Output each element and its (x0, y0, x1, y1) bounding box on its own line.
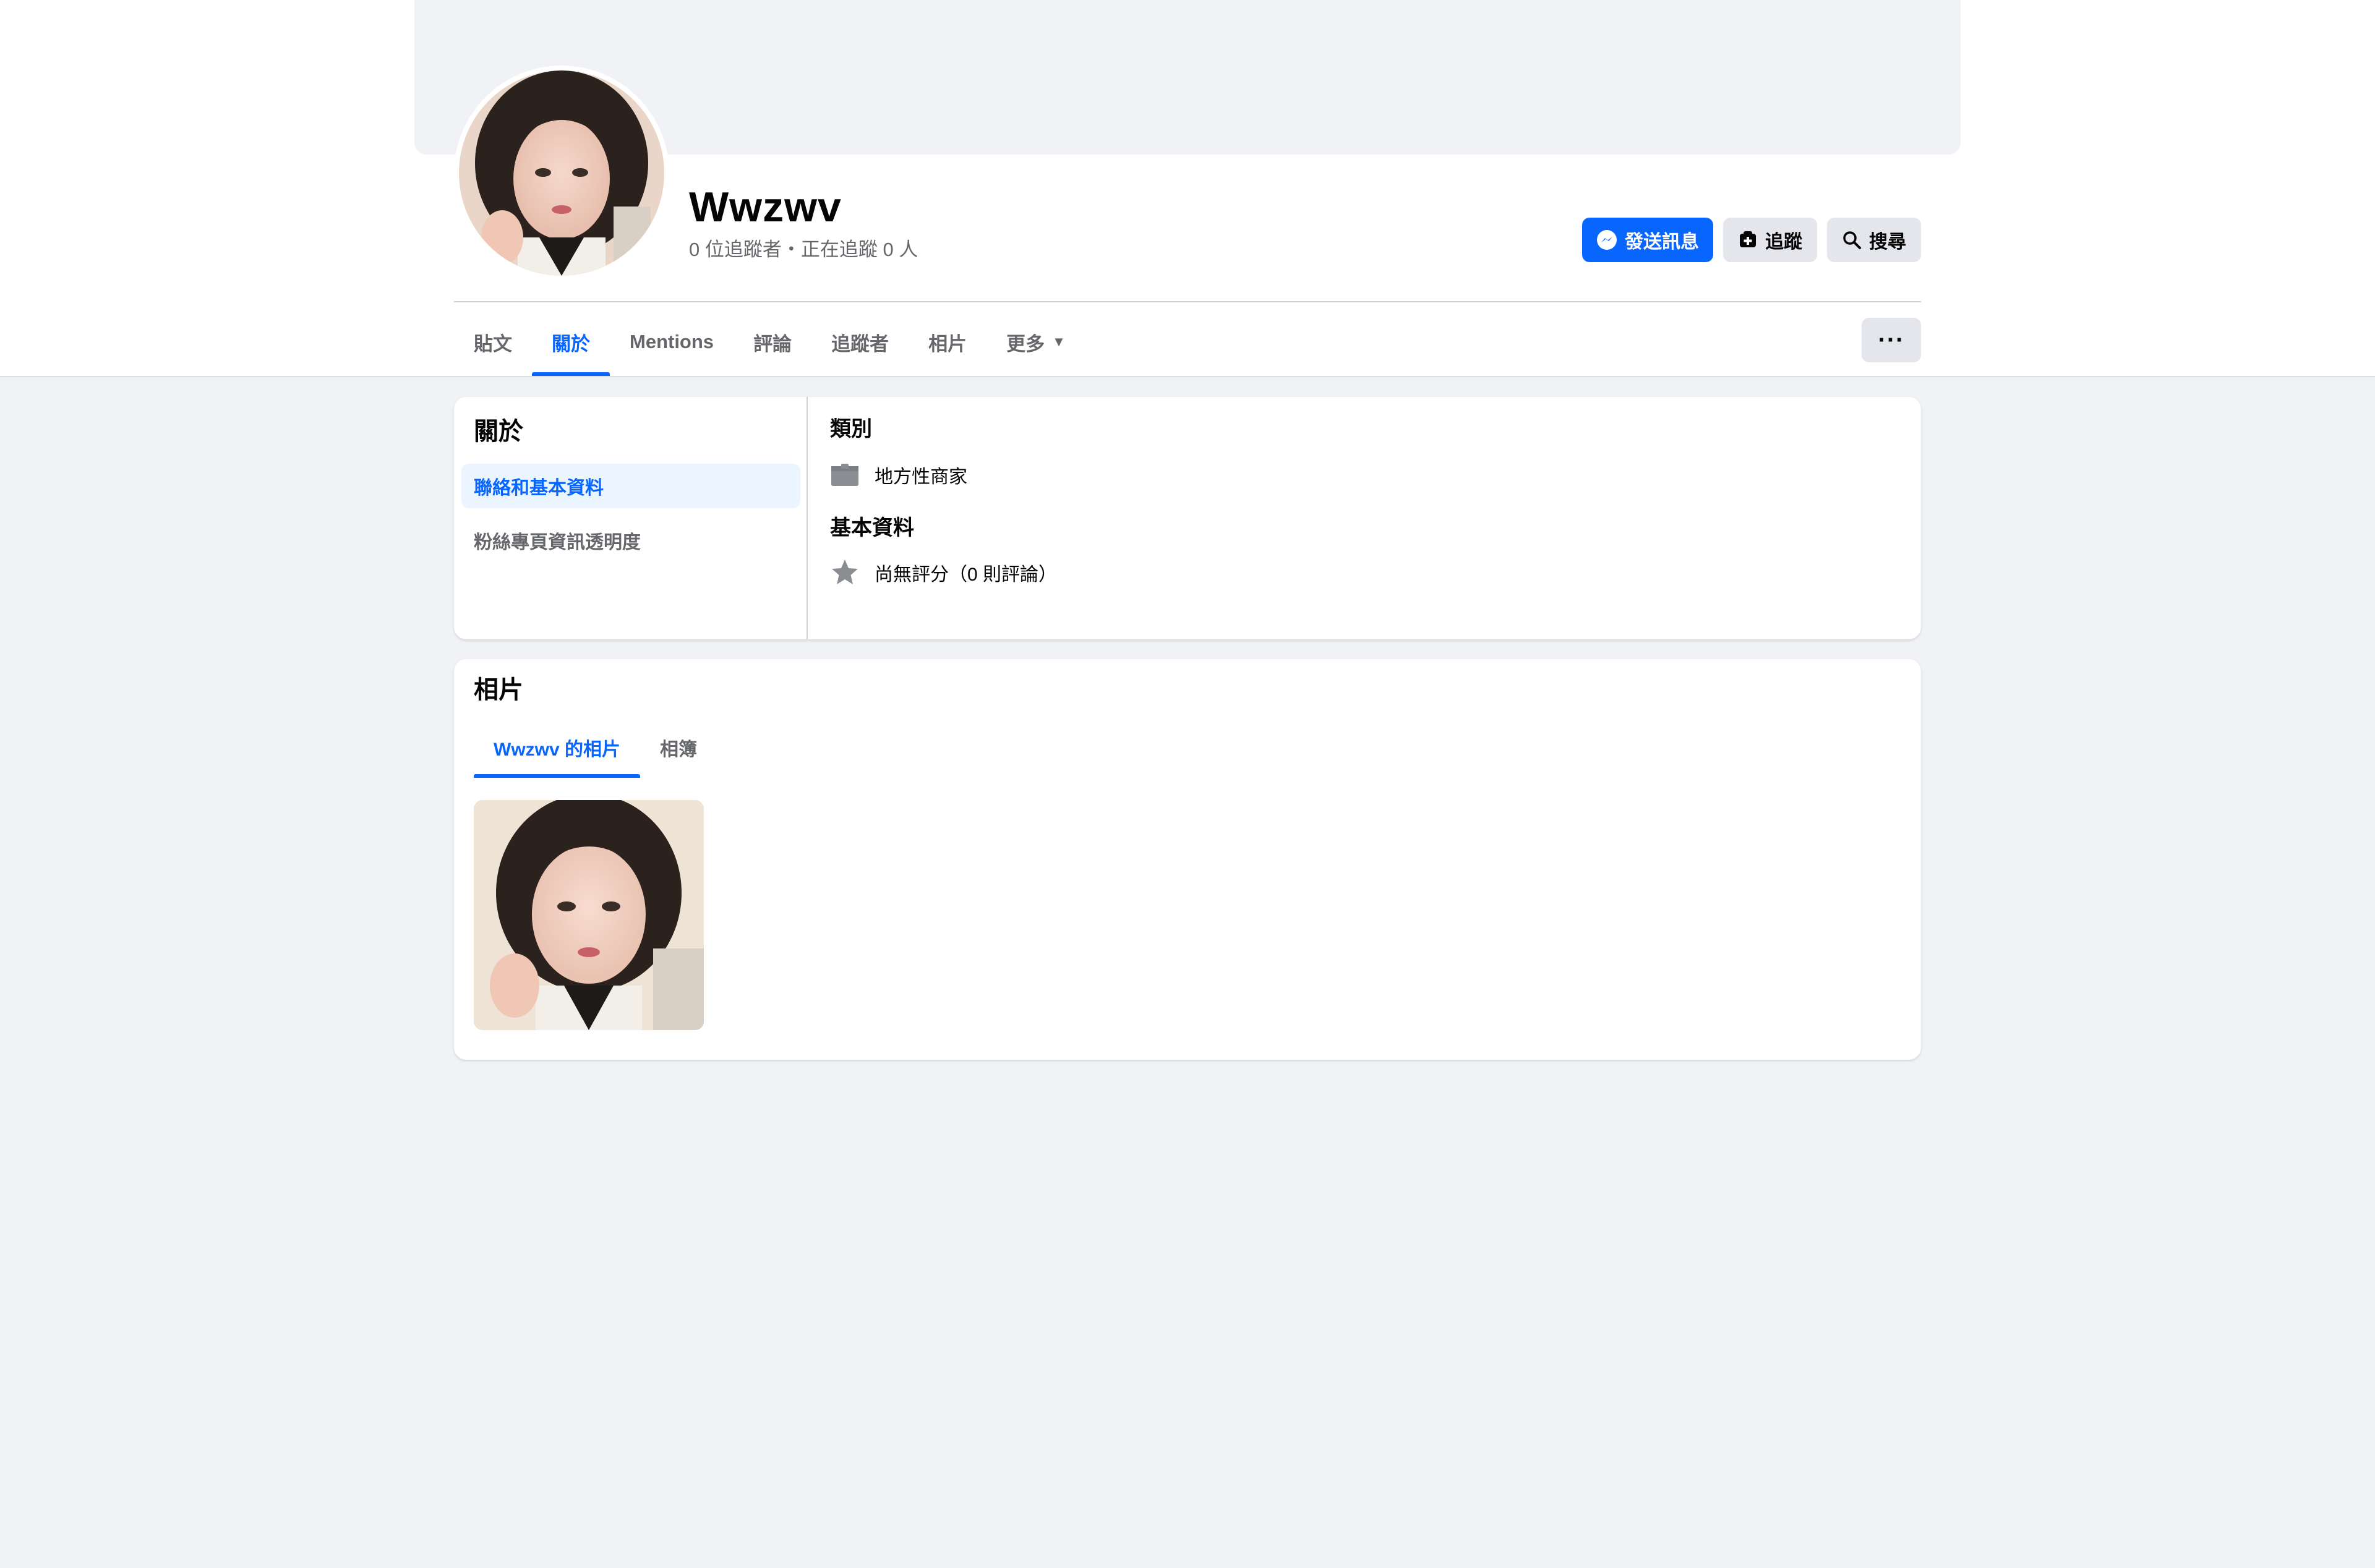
photo-tab-label: 相簿 (660, 739, 698, 760)
search-label: 搜尋 (1869, 232, 1906, 252)
follower-stats[interactable]: 0 位追蹤者・正在追蹤 0 人 (689, 236, 918, 263)
about-content: 類別 地方性商家 基本資料 尚無評分（0 則評論） (809, 397, 1921, 639)
basic-info-heading: 基本資料 (830, 516, 914, 540)
rating-value: 尚無評分（0 則評論） (875, 565, 1058, 585)
more-options-icon: ··· (1878, 326, 1905, 354)
tab-mentions[interactable]: Mentions (610, 308, 734, 376)
about-card: 關於 聯絡和基本資料 粉絲專頁資訊透明度 類別 地方性商家 基本資料 尚無評分（… (454, 397, 1921, 639)
profile-photo-image (459, 70, 664, 276)
category-row: 地方性商家 (830, 458, 967, 492)
tab-about[interactable]: 關於 (532, 308, 610, 376)
page-tabs: 貼文 關於 Mentions 評論 追蹤者 相片 更多 ▼ (454, 308, 1085, 376)
tab-more[interactable]: 更多 ▼ (986, 308, 1085, 376)
caret-down-icon: ▼ (1052, 334, 1066, 349)
profile-picture[interactable] (454, 66, 669, 281)
tab-label: 關於 (552, 333, 590, 355)
tab-label: Mentions (630, 331, 714, 352)
photo-tab-label: Wwzwv 的相片 (494, 739, 621, 760)
follow-icon (1738, 230, 1758, 250)
search-icon (1842, 230, 1862, 250)
about-nav-label: 粉絲專頁資訊透明度 (474, 532, 641, 553)
photo-tabs: Wwzwv 的相片 相簿 (474, 717, 717, 778)
tab-page-photos[interactable]: Wwzwv 的相片 (474, 717, 641, 778)
tab-label: 追蹤者 (831, 333, 889, 355)
page-header: Wwzwv 0 位追蹤者・正在追蹤 0 人 發送訊息 追蹤 搜尋 貼文 關於 M… (0, 0, 2375, 377)
rating-row: 尚無評分（0 則評論） (830, 555, 1057, 590)
briefcase-icon (830, 462, 860, 487)
about-nav-page-transparency[interactable]: 粉絲專頁資訊透明度 (461, 518, 800, 563)
tab-followers[interactable]: 追蹤者 (811, 308, 909, 376)
search-button[interactable]: 搜尋 (1827, 218, 1921, 262)
tab-posts[interactable]: 貼文 (454, 308, 532, 376)
follow-label: 追蹤 (1765, 232, 1802, 252)
tab-label: 貼文 (474, 333, 512, 355)
photos-title[interactable]: 相片 (474, 673, 523, 707)
tab-albums[interactable]: 相簿 (640, 717, 717, 778)
about-nav-contact-basic-info[interactable]: 聯絡和基本資料 (461, 464, 800, 508)
category-heading: 類別 (830, 417, 872, 441)
send-message-label: 發送訊息 (1625, 232, 1699, 252)
star-icon (830, 558, 860, 587)
more-options-button[interactable]: ··· (1862, 318, 1921, 362)
tab-photos[interactable]: 相片 (909, 308, 986, 376)
photos-card: 相片 Wwzwv 的相片 相簿 (454, 659, 1921, 1060)
about-sidebar: 關於 聯絡和基本資料 粉絲專頁資訊透明度 (454, 397, 808, 639)
header-divider (454, 301, 1921, 302)
category-value[interactable]: 地方性商家 (875, 461, 967, 488)
tab-label: 更多 (1006, 333, 1045, 355)
tab-label: 相片 (928, 333, 967, 355)
send-message-button[interactable]: 發送訊息 (1582, 218, 1713, 262)
tab-label: 評論 (753, 333, 792, 355)
follow-button[interactable]: 追蹤 (1723, 218, 1817, 262)
photo-thumbnail[interactable] (474, 800, 704, 1030)
about-nav-label: 聯絡和基本資料 (474, 478, 604, 498)
messenger-icon (1596, 229, 1617, 250)
about-title: 關於 (474, 418, 523, 445)
tab-reviews[interactable]: 評論 (734, 308, 811, 376)
page-title: Wwzwv (689, 184, 842, 231)
